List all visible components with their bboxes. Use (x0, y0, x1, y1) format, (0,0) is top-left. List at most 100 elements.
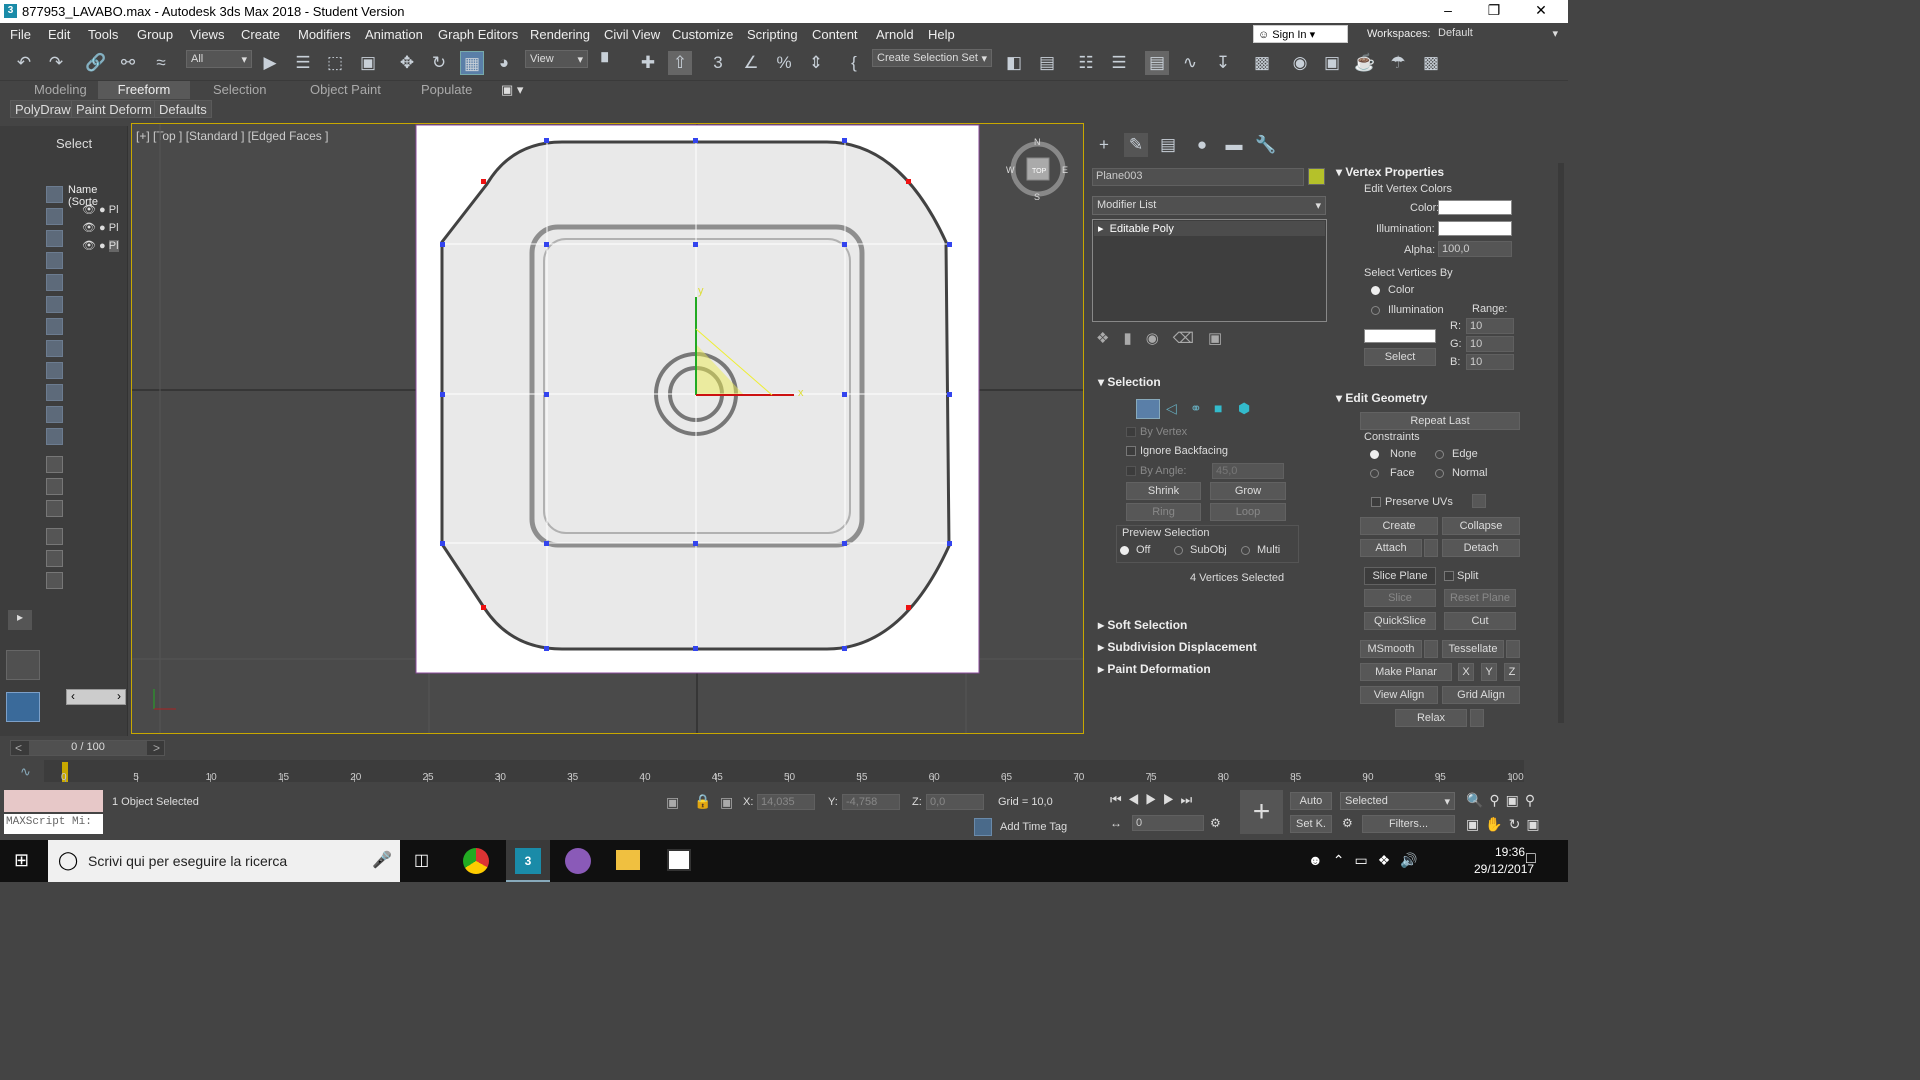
redo-icon[interactable]: ↷ (44, 51, 68, 75)
display-lights-icon[interactable] (46, 252, 63, 269)
layer-icon[interactable] (46, 456, 63, 473)
lock-selection-icon[interactable]: 🔒 (694, 793, 711, 810)
menu-group[interactable]: Group (137, 27, 173, 42)
render-online-icon[interactable]: ▩ (1419, 51, 1443, 75)
tessellate-button[interactable]: Tessellate (1442, 640, 1504, 658)
reference-coordinate-dropdown[interactable]: View ▾ (525, 50, 588, 68)
ribbon-options-icon[interactable]: ▣ ▾ (501, 82, 523, 98)
select-by-color-radio[interactable] (1371, 286, 1380, 295)
key-mode-icon[interactable]: ↔ (1110, 816, 1122, 830)
selection-rollout-title[interactable]: ▾ Selection (1098, 375, 1161, 389)
maxscript-listener-output[interactable] (4, 790, 103, 812)
toggle-ribbon-icon[interactable]: ▤ (1145, 51, 1169, 75)
scene-row[interactable]: 👁 ● Pl (82, 239, 119, 252)
edge-mode-icon[interactable]: ◁ (1166, 400, 1177, 417)
viewport-top[interactable]: [+] [Top ] [Standard ] [Edged Faces ] y … (131, 123, 1084, 734)
paint-deformation-rollout[interactable]: ▸ Paint Deformation (1098, 662, 1211, 676)
list-icon[interactable] (46, 500, 63, 517)
angle-spinner[interactable]: 45,0 (1212, 463, 1284, 479)
tab-populate[interactable]: Populate (421, 82, 472, 97)
modify-tab-icon[interactable]: ✎ (1124, 133, 1148, 157)
tessellate-settings-icon[interactable] (1506, 640, 1520, 658)
create-button[interactable]: Create (1360, 517, 1438, 535)
display-hidden-icon[interactable] (46, 428, 63, 445)
current-frame-spinner[interactable]: 0 (1132, 815, 1204, 831)
display-helpers-icon[interactable] (46, 296, 63, 313)
menu-civil-view[interactable]: Civil View (604, 27, 660, 42)
playback-controls[interactable]: ⏮◀▶▶⏭ (1110, 792, 1198, 808)
border-mode-icon[interactable]: ⚭ (1190, 400, 1202, 417)
placement-icon[interactable]: ◕ (492, 51, 516, 75)
spinner-snap-icon[interactable]: ⇕ (804, 51, 828, 75)
render-production-icon[interactable]: ☂ (1386, 51, 1410, 75)
key-set-dropdown[interactable]: Selected ▾ (1340, 792, 1455, 810)
attach-settings-icon[interactable] (1424, 539, 1438, 557)
minimize-button[interactable]: – (1438, 2, 1458, 20)
set-key-icon[interactable]: + (1240, 790, 1283, 834)
planar-x-button[interactable]: X (1458, 663, 1474, 681)
planar-y-button[interactable]: Y (1481, 663, 1497, 681)
menu-modifiers[interactable]: Modifiers (298, 27, 351, 42)
constraint-face-radio[interactable] (1370, 469, 1379, 478)
rotate-icon[interactable]: ↻ (427, 51, 451, 75)
auto-key-button[interactable]: Auto (1290, 792, 1332, 810)
filter-icon[interactable] (46, 528, 63, 545)
filters-button[interactable]: Filters... (1362, 815, 1455, 833)
edit-named-selection-icon[interactable]: { (842, 51, 866, 75)
render-setup-icon[interactable]: ▣ (1320, 51, 1344, 75)
grow-button[interactable]: Grow (1210, 482, 1286, 500)
notifications-icon[interactable]: □ (1526, 850, 1536, 868)
absolute-mode-icon[interactable]: ▣ (720, 794, 733, 811)
display-geometry-icon[interactable] (46, 208, 63, 225)
constraint-edge-radio[interactable] (1435, 450, 1444, 459)
soft-selection-rollout[interactable]: ▸ Soft Selection (1098, 618, 1187, 632)
menu-rendering[interactable]: Rendering (530, 27, 590, 42)
move-icon[interactable]: ✥ (395, 51, 419, 75)
preview-multi-radio[interactable] (1241, 546, 1250, 555)
planar-z-button[interactable]: Z (1504, 663, 1520, 681)
view-align-button[interactable]: View Align (1360, 686, 1438, 704)
loop-button[interactable]: Loop (1210, 503, 1286, 521)
stack-item-editable-poly[interactable]: ▸ Editable Poly (1094, 221, 1325, 236)
eye-icon[interactable]: 👁 (82, 240, 96, 252)
preserve-uvs-checkbox[interactable] (1371, 497, 1381, 507)
alpha-spinner[interactable]: 100,0 (1438, 241, 1512, 257)
time-tag-icon[interactable] (974, 818, 992, 836)
menu-arnold[interactable]: Arnold (876, 27, 914, 42)
repeat-last-button[interactable]: Repeat Last (1360, 412, 1520, 430)
tab-modeling[interactable]: Modeling (34, 82, 87, 97)
stack-icon[interactable] (46, 478, 63, 495)
tab-freeform[interactable]: Freeform (98, 81, 190, 99)
unlink-icon[interactable]: ⚯ (116, 51, 140, 75)
scene-explorer-icon[interactable]: ☷ (1074, 51, 1098, 75)
g-spinner[interactable]: 10 (1466, 336, 1514, 352)
grid-align-button[interactable]: Grid Align (1442, 686, 1520, 704)
subdivision-displacement-rollout[interactable]: ▸ Subdivision Displacement (1098, 640, 1257, 654)
illumination-swatch[interactable] (1438, 221, 1512, 236)
ignore-backfacing-checkbox[interactable] (1126, 446, 1136, 456)
layer-explorer-icon[interactable]: ☰ (1107, 51, 1131, 75)
task-view-icon[interactable]: ◫ (414, 850, 429, 870)
horizontal-scrollbar[interactable]: ‹ › (66, 689, 126, 705)
file-explorer-icon[interactable] (616, 850, 640, 870)
sign-in-dropdown[interactable]: ☺ Sign In ▾ (1253, 25, 1348, 43)
chrome-icon[interactable] (463, 848, 489, 874)
by-angle-checkbox[interactable] (1126, 466, 1136, 476)
display-cameras-icon[interactable] (46, 274, 63, 291)
eye-icon[interactable]: 👁 (82, 204, 96, 216)
modifier-stack[interactable]: ▸ Editable Poly (1092, 219, 1327, 322)
vertex-properties-rollout[interactable]: ▾ Vertex Properties (1336, 165, 1444, 179)
display-groups-icon[interactable] (46, 340, 63, 357)
time-config-icon[interactable]: ⚙ (1210, 816, 1221, 830)
mirror-icon[interactable]: ◧ (1002, 51, 1026, 75)
relax-settings-icon[interactable] (1470, 709, 1484, 727)
selection-filter-dropdown[interactable]: All ▾ (186, 50, 252, 68)
object-name-field[interactable]: Plane003 (1092, 168, 1304, 186)
panel-scrollbar[interactable] (1558, 163, 1564, 723)
quickslice-button[interactable]: QuickSlice (1364, 612, 1436, 630)
align-icon[interactable]: ▤ (1035, 51, 1059, 75)
z-coord-field[interactable]: 0,0 (926, 794, 984, 810)
system-tray-icons[interactable]: ☻⌃▭❖🔊 (1308, 852, 1428, 869)
menu-edit[interactable]: Edit (48, 27, 70, 42)
subtab-paint-deform[interactable]: Paint Deform (71, 100, 157, 118)
